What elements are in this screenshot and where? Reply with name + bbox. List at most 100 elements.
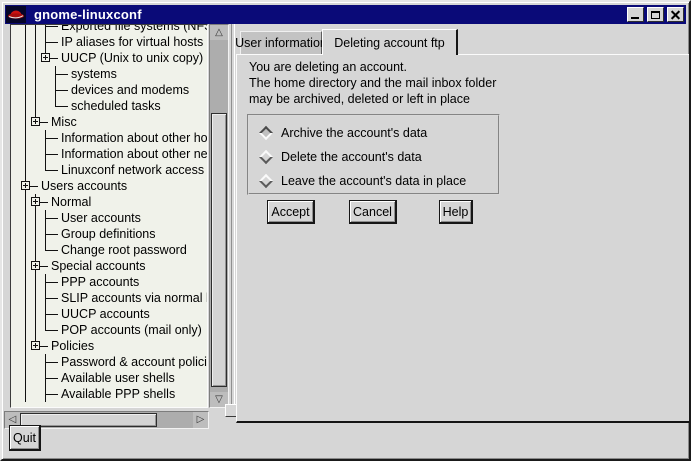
tree-guide-line <box>25 258 26 274</box>
tree-branch-line <box>55 90 68 91</box>
radio-option-archive[interactable]: Archive the account's data <box>249 121 498 145</box>
tree-item[interactable]: Special accounts <box>11 258 207 274</box>
tree-item[interactable]: POP accounts (mail only) <box>11 322 207 338</box>
tree-guide-line <box>25 130 26 146</box>
tree-item[interactable]: Available user shells <box>11 370 207 386</box>
archive-options-group: Archive the account's data Delete the acc… <box>247 114 500 195</box>
tree-item[interactable]: Linuxconf network access <box>11 162 207 178</box>
tree-item-label: Linuxconf network access <box>61 163 204 177</box>
tree-item[interactable]: Misc <box>11 114 207 130</box>
accept-button[interactable]: Accept <box>267 200 315 224</box>
tree-item[interactable]: Information about other netw <box>11 146 207 162</box>
tree-guide-line <box>35 226 36 242</box>
tree-guide-line <box>25 98 26 114</box>
vertical-scroll-thumb[interactable] <box>211 113 227 387</box>
window-controls <box>627 7 684 22</box>
tree-branch-line <box>45 250 58 251</box>
tree-item[interactable]: Password & account policie <box>11 354 207 370</box>
tree-guide-line <box>25 162 26 178</box>
tree-item[interactable]: Change root password <box>11 242 207 258</box>
tree-item[interactable]: Normal <box>11 194 207 210</box>
tree-item-label: User accounts <box>61 211 141 225</box>
radio-option-label: Archive the account's data <box>281 126 427 140</box>
tree-branch-line <box>45 218 58 219</box>
tab-user-information[interactable]: User information <box>240 31 322 54</box>
tree-item[interactable]: Group definitions <box>11 226 207 242</box>
tree-item[interactable]: SLIP accounts via normal lo <box>11 290 207 306</box>
tree-item-label: Special accounts <box>51 259 146 273</box>
tree-guide-line <box>25 50 26 66</box>
tree-item[interactable]: IP aliases for virtual hosts <box>11 34 207 50</box>
tree-item[interactable]: Users accounts <box>11 178 207 194</box>
tree-item[interactable]: devices and modems <box>11 82 207 98</box>
tree-guide-line <box>25 370 26 386</box>
message-line: may be archived, deleted or left in plac… <box>249 91 496 107</box>
radio-option-delete[interactable]: Delete the account's data <box>249 145 498 169</box>
tree-vertical-scrollbar[interactable]: △ ▽ <box>209 24 229 408</box>
dialog-buttons: Accept Cancel Help <box>237 200 689 226</box>
scroll-up-icon[interactable]: △ <box>210 25 228 40</box>
tree-branch-line <box>45 138 58 139</box>
maximize-button[interactable] <box>647 7 664 22</box>
expand-plus-icon[interactable] <box>31 197 40 206</box>
tree-guide-line <box>25 210 26 226</box>
tree-item-label: Available PPP shells <box>61 387 175 401</box>
tree-item[interactable]: UUCP accounts <box>11 306 207 322</box>
tree-item-label: Information about other host <box>61 131 208 145</box>
expand-plus-icon[interactable] <box>31 117 40 126</box>
tree-guide-line <box>25 34 26 50</box>
cancel-button[interactable]: Cancel <box>349 200 397 224</box>
config-tree[interactable]: Exported file systems (NFS)IP aliases fo… <box>10 24 208 408</box>
tree-branch-line <box>45 314 58 315</box>
pane-separator <box>231 24 235 415</box>
tree-branch-line <box>45 282 58 283</box>
tree-item-label: SLIP accounts via normal lo <box>61 291 208 305</box>
help-button[interactable]: Help <box>439 200 473 224</box>
tree-item[interactable]: scheduled tasks <box>11 98 207 114</box>
expand-plus-icon[interactable] <box>21 181 30 190</box>
tab-deleting-account-ftp[interactable]: Deleting account ftp <box>322 29 458 55</box>
tree-item[interactable]: User accounts <box>11 210 207 226</box>
tree-item[interactable]: Available PPP shells <box>11 386 207 402</box>
tree-item[interactable]: PPP accounts <box>11 274 207 290</box>
radio-option-label: Leave the account's data in place <box>281 174 466 188</box>
tree-item-label: UUCP accounts <box>61 307 150 321</box>
tree-guide-line <box>35 24 36 34</box>
expand-plus-icon[interactable] <box>31 261 40 270</box>
tree-branch-line <box>45 170 58 171</box>
tree-item[interactable]: Information about other host <box>11 130 207 146</box>
tree-guide-line <box>25 82 26 98</box>
close-button[interactable] <box>667 7 684 22</box>
expand-plus-icon[interactable] <box>31 341 40 350</box>
minimize-button[interactable] <box>627 7 644 22</box>
quit-button[interactable]: Quit <box>9 425 41 451</box>
tree-guide-line <box>35 210 36 226</box>
radio-diamond-icon[interactable] <box>259 150 273 164</box>
tree-item-label: IP aliases for virtual hosts <box>61 35 203 49</box>
tree-branch-line <box>45 298 58 299</box>
message-line: You are deleting an account. <box>249 59 496 75</box>
titlebar: gnome-linuxconf <box>5 5 686 24</box>
tree-item[interactable]: Policies <box>11 338 207 354</box>
tree-guide-line <box>25 226 26 242</box>
tree-guide-line <box>35 306 36 322</box>
tree-item-label: Information about other netw <box>61 147 208 161</box>
tree-branch-line <box>45 154 58 155</box>
radio-option-leave[interactable]: Leave the account's data in place <box>249 169 498 193</box>
tree-branch-line <box>45 378 58 379</box>
tree-branch-line <box>45 26 58 27</box>
tree-guide-line <box>25 274 26 290</box>
tree-item-label: UUCP (Unix to unix copy) <box>61 51 203 65</box>
expand-plus-icon[interactable] <box>41 53 50 62</box>
tree-item-label: systems <box>71 67 117 81</box>
radio-diamond-icon[interactable] <box>259 174 273 188</box>
tree-item[interactable]: Exported file systems (NFS) <box>11 24 207 34</box>
tree-item-label: PPP accounts <box>61 275 139 289</box>
radio-diamond-icon[interactable] <box>259 126 273 140</box>
app-window: gnome-linuxconf Exported file systems (N… <box>0 0 691 461</box>
tree-guide-line <box>35 66 36 82</box>
scroll-right-icon[interactable]: ▷ <box>193 412 208 428</box>
tree-guide-line <box>35 322 36 338</box>
tree-item[interactable]: UUCP (Unix to unix copy) <box>11 50 207 66</box>
tree-item[interactable]: systems <box>11 66 207 82</box>
